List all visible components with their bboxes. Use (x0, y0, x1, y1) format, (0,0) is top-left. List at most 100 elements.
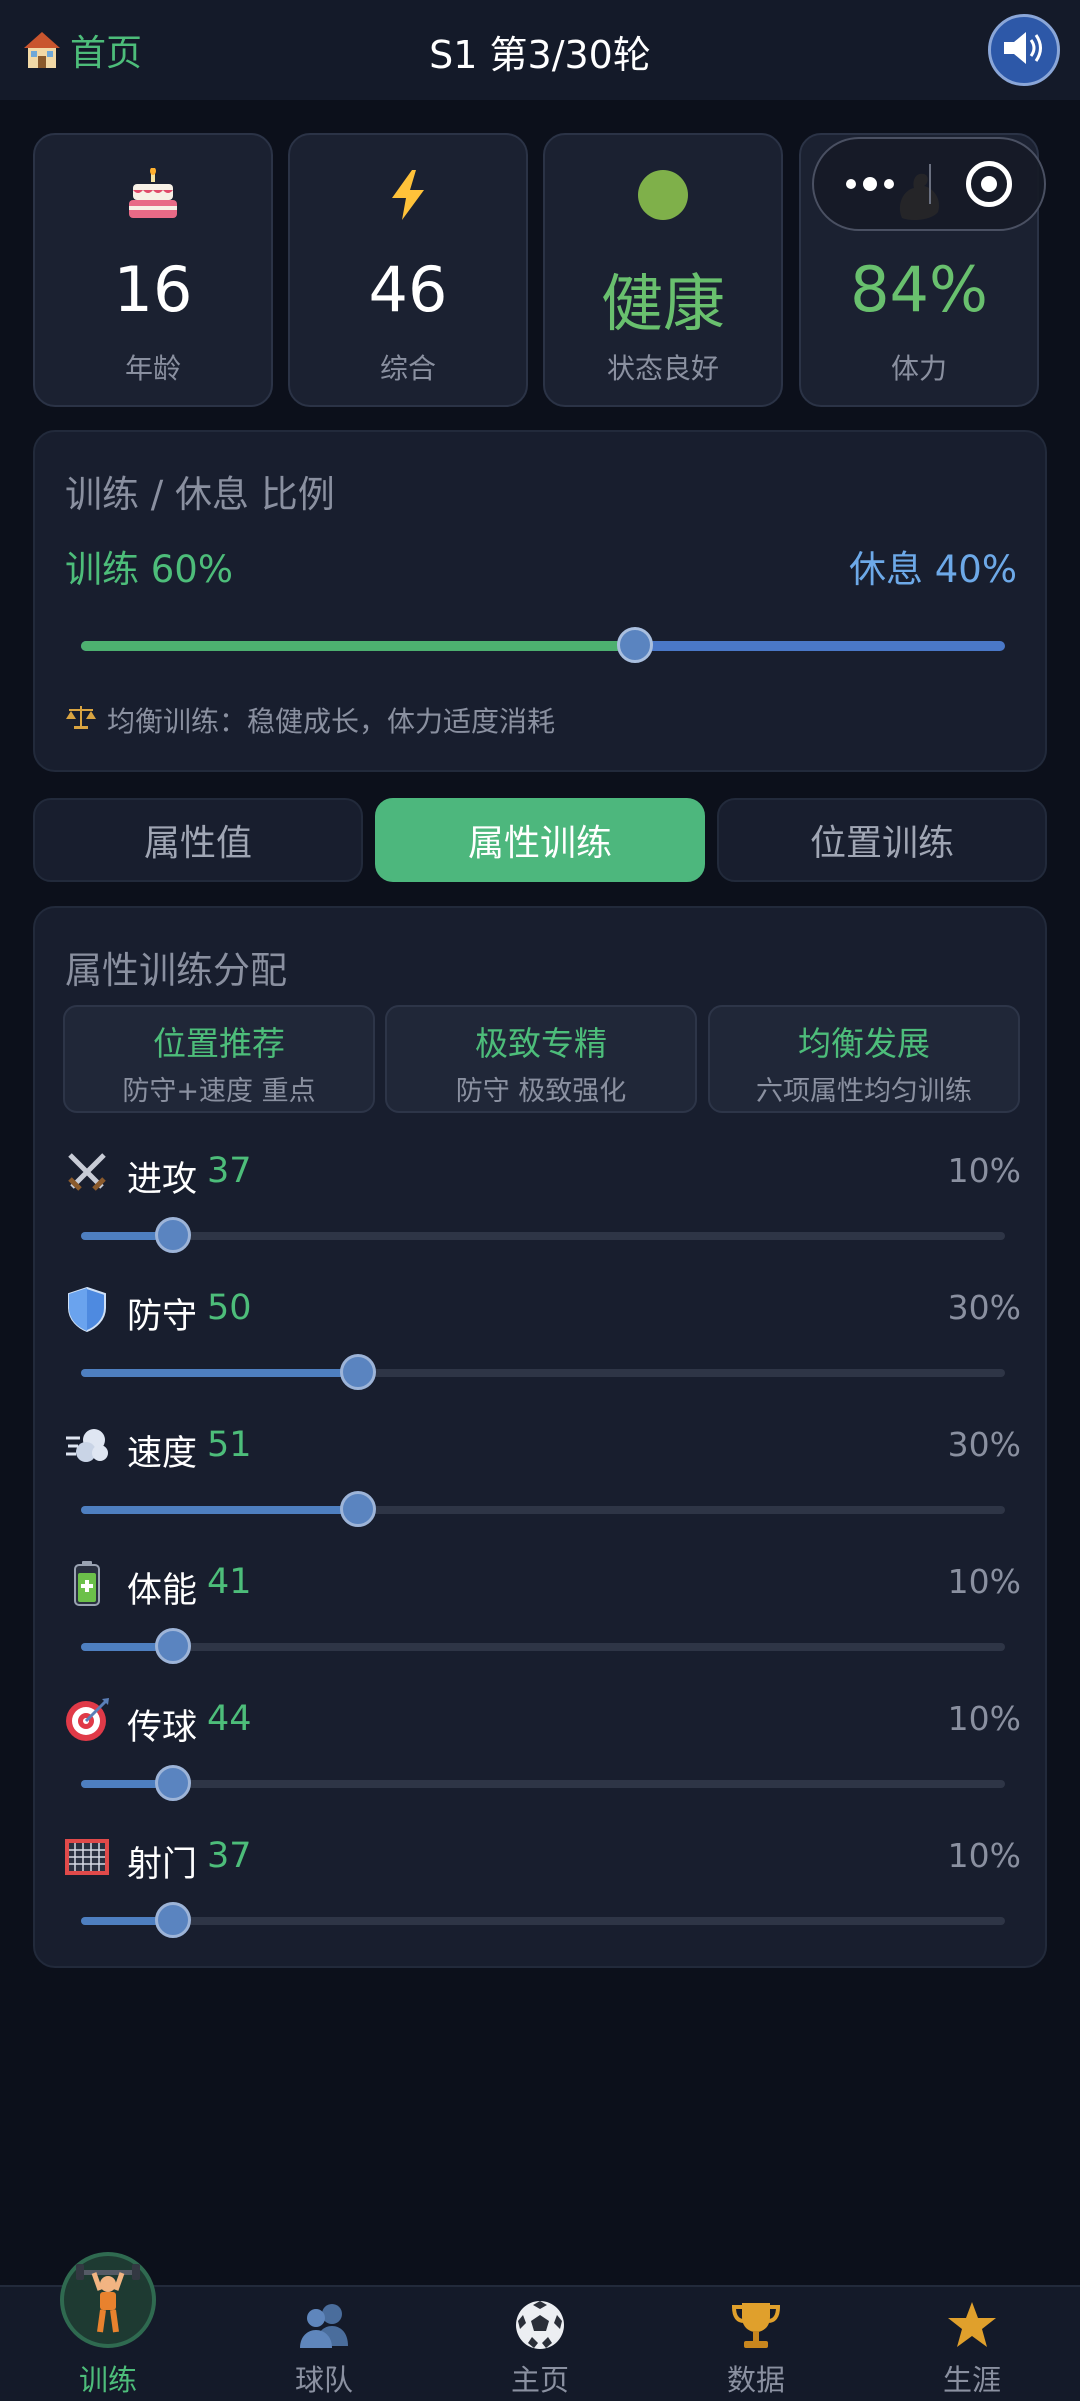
attr-name: 体能 (127, 1571, 198, 1611)
age-value: 16 (113, 253, 193, 326)
attr-percent: 10% (947, 1151, 1021, 1190)
condition-value: 健康 (600, 267, 725, 340)
lightning-icon (290, 165, 526, 225)
fitness-slider[interactable] (81, 1628, 1005, 1664)
capsule-divider (928, 164, 931, 204)
passing-slider[interactable] (81, 1765, 1005, 1801)
target-dot-icon (981, 176, 998, 192)
ratio-title: 训练 / 休息 比例 (65, 473, 335, 516)
birthday-cake-icon (35, 165, 271, 225)
slider-thumb[interactable] (340, 1354, 377, 1390)
overall-label: 综合 (379, 352, 436, 385)
slider-thumb[interactable] (155, 1628, 192, 1664)
wind-icon (62, 1421, 112, 1471)
speed-slider[interactable] (81, 1491, 1005, 1527)
nav-item-career[interactable]: 生涯 (864, 2287, 1080, 2401)
mini-program-capsule (812, 137, 1046, 231)
sound-button[interactable] (988, 14, 1060, 86)
team-icon (216, 2295, 432, 2355)
attr-percent: 30% (947, 1425, 1021, 1464)
slider-thumb[interactable] (340, 1491, 377, 1527)
stamina-label: 体力 (890, 352, 947, 385)
preset-position-recommend[interactable]: 位置推荐 防守+速度 重点 (63, 1005, 375, 1113)
attr-percent: 10% (947, 1699, 1021, 1738)
allocation-title: 属性训练分配 (65, 949, 287, 992)
attr-percent: 10% (947, 1836, 1021, 1875)
tab-attribute-training[interactable]: 属性训练 (375, 798, 705, 882)
attr-row-passing: 传球 44 10% (35, 1689, 1049, 1826)
shield-icon (62, 1284, 112, 1334)
trophy-icon (648, 2295, 864, 2355)
nav-item-data[interactable]: 数据 (648, 2287, 864, 2401)
green-dot-icon (545, 165, 781, 225)
close-capsule-button[interactable] (966, 161, 1013, 207)
preset-subtitle: 六项属性均匀训练 (756, 1076, 972, 1107)
ratio-slider[interactable] (81, 627, 1005, 663)
attr-value: 37 (207, 1151, 252, 1191)
condition-label: 状态良好 (606, 352, 719, 385)
crossed-swords-icon (62, 1147, 112, 1197)
attr-row-fitness: 体能 41 10% (35, 1552, 1049, 1689)
attr-name: 进攻 (127, 1160, 198, 1200)
attr-value: 41 (207, 1562, 252, 1602)
attr-row-attack: 进攻 37 10% (35, 1141, 1049, 1278)
ratio-tip-text: 均衡训练：稳健成长，体力适度消耗 (107, 705, 556, 738)
shooting-slider[interactable] (81, 1902, 1005, 1938)
attr-name: 射门 (127, 1845, 198, 1885)
ratio-slider-thumb[interactable] (617, 627, 654, 663)
preset-subtitle: 防守+速度 重点 (122, 1076, 316, 1107)
attr-row-defense: 防守 50 30% (35, 1278, 1049, 1415)
attr-name: 传球 (127, 1708, 198, 1748)
goal-net-icon (62, 1832, 112, 1882)
overall-value: 46 (368, 253, 448, 326)
target-icon (62, 1695, 112, 1745)
stat-card-overall: 46 综合 (288, 133, 528, 407)
ratio-panel: 训练 / 休息 比例 训练 60% 休息 40% 均衡训练：稳健成长，体力适度消… (33, 430, 1047, 772)
nav-label: 球队 (294, 2363, 353, 2397)
attr-value: 50 (207, 1288, 252, 1328)
nav-label: 主页 (510, 2363, 569, 2397)
attack-slider[interactable] (81, 1217, 1005, 1253)
nav-item-training[interactable]: 训练 (0, 2252, 216, 2401)
slider-thumb[interactable] (155, 1217, 192, 1253)
tab-attribute-values[interactable]: 属性值 (33, 798, 363, 882)
slider-fill (81, 1369, 359, 1377)
slider-thumb[interactable] (155, 1902, 192, 1938)
bottom-navigation: 训练 球队 主页 数据 生涯 (0, 2252, 1080, 2401)
train-percent-label: 训练 60% (65, 548, 233, 591)
nav-label: 训练 (78, 2363, 137, 2397)
battery-icon (62, 1558, 112, 1608)
tab-position-training[interactable]: 位置训练 (717, 798, 1047, 882)
preset-balanced[interactable]: 均衡发展 六项属性均匀训练 (708, 1005, 1020, 1113)
attr-percent: 30% (947, 1288, 1021, 1327)
preset-subtitle: 防守 极致强化 (455, 1076, 627, 1107)
star-icon (864, 2295, 1080, 2355)
rest-percent-label: 休息 40% (849, 548, 1017, 591)
soccer-ball-icon (432, 2295, 648, 2355)
speaker-icon (1000, 28, 1048, 72)
ratio-tip: 均衡训练：稳健成长，体力适度消耗 (65, 700, 555, 740)
more-menu-button[interactable] (845, 177, 894, 191)
nav-item-team[interactable]: 球队 (216, 2287, 432, 2401)
nav-item-home[interactable]: 主页 (432, 2287, 648, 2401)
stamina-value: 84% (850, 253, 988, 326)
ratio-slider-fill (81, 641, 636, 651)
preset-extreme-specialize[interactable]: 极致专精 防守 极致强化 (385, 1005, 697, 1113)
slider-fill (81, 1506, 359, 1514)
balance-scale-icon (65, 703, 97, 738)
preset-title: 均衡发展 (798, 1024, 930, 1063)
age-label: 年龄 (124, 352, 181, 385)
stat-card-age: 16 年龄 (33, 133, 273, 407)
attr-value: 37 (207, 1836, 252, 1876)
attr-value: 51 (207, 1425, 252, 1465)
attr-value: 44 (207, 1699, 252, 1739)
defense-slider[interactable] (81, 1354, 1005, 1390)
preset-title: 极致专精 (475, 1024, 607, 1063)
attr-name: 防守 (127, 1297, 198, 1337)
nav-label: 数据 (726, 2363, 785, 2397)
attr-row-shooting: 射门 37 10% (35, 1826, 1049, 1963)
dot-icon (883, 179, 894, 189)
preset-title: 位置推荐 (153, 1024, 285, 1063)
slider-thumb[interactable] (155, 1765, 192, 1801)
nav-label: 生涯 (942, 2363, 1001, 2397)
